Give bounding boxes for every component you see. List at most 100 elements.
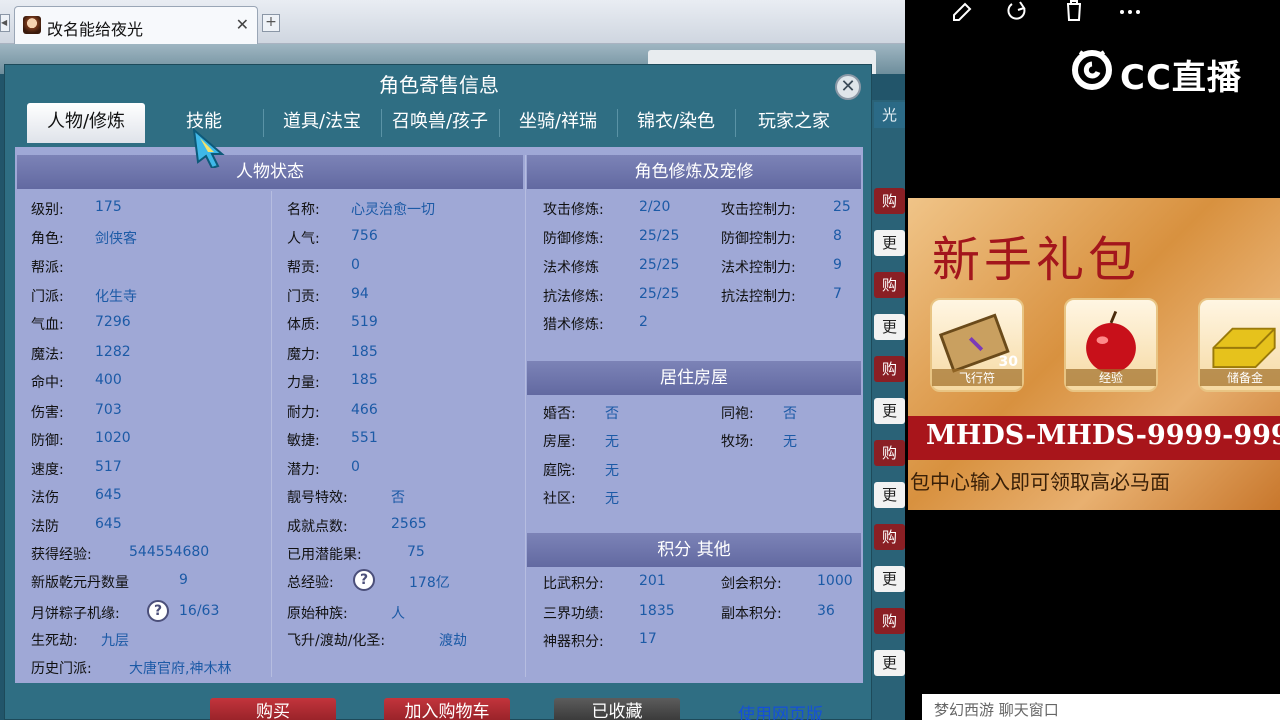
column-separator [525,155,526,677]
favorited-button[interactable]: 已收藏 [554,698,680,720]
web-version-link[interactable]: 使用网页版 [738,700,823,720]
side-more-button[interactable]: 更 [874,482,905,508]
tab-character[interactable]: 人物/修炼 [27,103,145,143]
stat-value: 645 [95,516,122,532]
tab-close-icon[interactable]: ✕ [236,15,249,34]
points-header: 积分 其他 [527,533,861,567]
stat-value: 645 [95,487,122,503]
stat-value: 466 [351,402,378,418]
cultivation-value: 25/25 [639,257,680,273]
stat-label: 潜力: [287,462,320,478]
gift-pack-ad[interactable]: 新手礼包 飞行符 30 经验 储备金 MHDS-MHDS-9999-9999 包… [908,198,1280,510]
stat-label: 命中: [31,375,64,391]
stat-value: 16/63 [179,603,220,619]
stat-value: 185 [351,372,378,388]
stat-value: 化生寺 [95,289,137,305]
points-value: 17 [639,631,657,647]
side-buy-button[interactable]: 购 [874,188,905,214]
tab-outfits[interactable]: 锦衣/染色 [617,103,735,143]
cultivation-label: 攻击控制力: [721,202,796,218]
tab-mounts[interactable]: 坐骑/祥瑞 [499,103,617,143]
points-value: 201 [639,573,666,589]
stat-label: 总经验: [287,575,334,591]
cultivation-label: 防御控制力: [721,231,796,247]
side-buy-button[interactable]: 购 [874,524,905,550]
refresh-icon[interactable] [1006,0,1030,24]
stat-label: 已用潜能果: [287,547,362,563]
tab-pets[interactable]: 召唤兽/孩子 [381,103,499,143]
stat-value: 人 [391,606,405,622]
housing-value: 无 [605,491,619,507]
stat-label: 法防 [31,519,59,535]
ad-code-banner: MHDS-MHDS-9999-9999 [908,416,1280,460]
stat-value: 7296 [95,314,131,330]
stat-value: 否 [391,490,405,506]
stat-value: 0 [351,257,360,273]
housing-label: 婚否: [543,406,576,422]
stat-value: 1020 [95,430,131,446]
stat-value: 178亿 [409,575,450,591]
stat-label: 力量: [287,375,320,391]
tab-items[interactable]: 道具/法宝 [263,103,381,143]
browser-tab-active[interactable]: 改名能给夜光 ✕ [14,6,258,44]
stat-value: 517 [95,459,122,475]
housing-value: 否 [783,406,797,422]
cultivation-label: 攻击修炼: [543,202,604,218]
tab-scroll-left-icon[interactable]: ◀ [0,14,10,32]
side-buy-button[interactable]: 购 [874,608,905,634]
stat-value: 剑侠客 [95,231,137,247]
stat-value: 544554680 [129,544,210,560]
housing-label: 社区: [543,491,576,507]
ad-item-label: 飞行符 [932,369,1022,386]
points-value: 1835 [639,603,675,619]
tab-home[interactable]: 玩家之家 [735,103,853,143]
stat-label: 角色: [31,231,64,247]
role-sale-dialog: 角色寄售信息 ✕ 人物/修炼 技能 道具/法宝 召唤兽/孩子 坐骑/祥瑞 锦衣/… [4,64,872,720]
chat-window-bar[interactable]: 梦幻西游 聊天窗口 [922,694,1280,720]
side-buy-button[interactable]: 购 [874,440,905,466]
housing-header: 居住房屋 [527,361,861,395]
more-icon[interactable] [1118,0,1142,24]
stat-label: 获得经验: [31,547,92,563]
side-more-button[interactable]: 更 [874,230,905,256]
housing-value: 无 [605,463,619,479]
ad-item-experience: 经验 [1064,298,1158,392]
close-icon[interactable]: ✕ [835,74,861,100]
buy-button[interactable]: 购买 [210,698,336,720]
points-label: 剑会积分: [721,576,782,592]
cultivation-value: 8 [833,228,842,244]
help-icon[interactable]: ? [147,600,169,622]
side-buy-button[interactable]: 购 [874,356,905,382]
new-tab-button[interactable]: + [262,14,280,32]
side-buy-button[interactable]: 购 [874,272,905,298]
help-icon[interactable]: ? [353,569,375,591]
edit-icon[interactable] [950,0,974,24]
cultivation-value: 25 [833,199,851,215]
points-value: 36 [817,603,835,619]
stat-label: 成就点数: [287,519,348,535]
trash-icon[interactable] [1062,0,1086,24]
stat-label: 月饼粽子机缘: [31,606,120,622]
side-more-button[interactable]: 更 [874,314,905,340]
stat-value: 519 [351,314,378,330]
cultivation-label: 抗法控制力: [721,289,796,305]
cultivation-value: 2 [639,314,648,330]
add-to-cart-button[interactable]: 加入购物车 [384,698,510,720]
side-more-button[interactable]: 更 [874,650,905,676]
cultivation-label: 防御修炼: [543,231,604,247]
housing-label: 牧场: [721,434,754,450]
stat-value: 1282 [95,344,131,360]
points-value: 1000 [817,573,853,589]
browser-window: ◀ 改名能给夜光 ✕ + 光 购 更 购 更 购 更 购 更 购 更 购 更 角… [0,0,905,720]
ad-item-label: 经验 [1066,369,1156,386]
cultivation-value: 7 [833,286,842,302]
cc-logo-text: CC直播 [1120,58,1242,98]
side-more-button[interactable]: 更 [874,566,905,592]
housing-value: 无 [783,434,797,450]
content-panel: 人物状态 角色修炼及宠修 居住房屋 积分 其他 级别: 175 角色: 剑侠客 … [15,147,863,683]
browser-tab-title: 改名能给夜光 [47,20,144,39]
ad-title: 新手礼包 [932,232,1141,288]
side-more-button[interactable]: 更 [874,398,905,424]
stat-value: 75 [407,544,425,560]
cultivation-value: 25/25 [639,228,680,244]
